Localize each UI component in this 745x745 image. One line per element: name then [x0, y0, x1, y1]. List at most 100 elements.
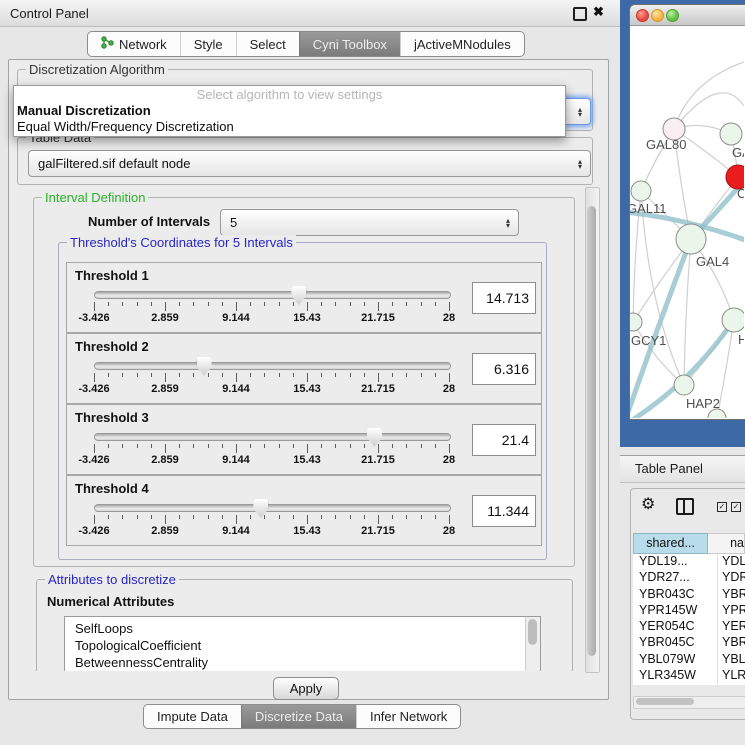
network-node[interactable]	[674, 375, 694, 395]
table-data-combobox[interactable]: galFiltered.sif default node ▴▾	[28, 150, 591, 177]
settings-scrollbar[interactable]	[585, 187, 600, 673]
dropdown-hint[interactable]: Select algorithm to view settings	[14, 86, 565, 103]
tick	[378, 373, 379, 382]
minimize-traffic-light-icon[interactable]	[651, 9, 664, 22]
table-row[interactable]: YLR345WYLR3	[633, 668, 745, 684]
threshold-box: Threshold 1-3.4262.8599.14415.4321.71528…	[66, 262, 542, 333]
tab-jactivemnodules[interactable]: jActiveMNodules	[400, 32, 524, 56]
table-cell-name[interactable]: YDR2	[718, 570, 745, 586]
zoom-traffic-light-icon[interactable]	[666, 9, 679, 22]
network-node[interactable]	[720, 123, 742, 145]
float-window-icon[interactable]	[573, 7, 587, 21]
table-cell-name[interactable]: YIL0	[718, 684, 745, 685]
table-row[interactable]: YIL052CYIL0	[633, 684, 745, 685]
table-cell-shared-name[interactable]: YDR27...	[633, 570, 718, 586]
tick	[264, 515, 265, 519]
table-cell-name[interactable]: YBR0	[718, 587, 745, 603]
table-row[interactable]: YBR045CYBR0	[633, 635, 745, 651]
scrollbar-thumb[interactable]	[528, 619, 537, 645]
table-cell-shared-name[interactable]: YDL19...	[633, 554, 718, 570]
tick	[279, 515, 280, 519]
tick	[293, 444, 294, 448]
attribute-item[interactable]: BetweennessCentrality	[65, 654, 540, 671]
network-window-titlebar	[630, 5, 745, 26]
dropdown-option-equal-width-frequency-discretization[interactable]: Equal Width/Frequency Discretization	[14, 119, 565, 135]
attributes-list[interactable]: SelfLoopsTopologicalCoefficientBetweenne…	[64, 616, 541, 671]
table-cell-shared-name[interactable]: YBL079W	[633, 652, 718, 668]
table-hscrollbar[interactable]	[633, 696, 745, 709]
tick	[307, 302, 308, 311]
num-intervals-label: Number of Intervals	[88, 214, 210, 229]
threshold-slider-track[interactable]	[94, 433, 451, 441]
tab-label: Discretize Data	[255, 709, 343, 724]
table-cell-shared-name[interactable]: YBR043C	[633, 587, 718, 603]
table-cell-name[interactable]: YBR0	[718, 635, 745, 651]
dropdown-option-manual-discretization[interactable]: Manual Discretization	[14, 103, 565, 119]
gear-icon[interactable]: ⚙	[641, 497, 655, 513]
scrollbar-thumb[interactable]	[587, 206, 596, 656]
table-row[interactable]: YPR145WYPR1	[633, 603, 745, 619]
attributes-list-scrollbar[interactable]	[525, 617, 540, 671]
table-row[interactable]: YBR043CYBR0	[633, 587, 745, 603]
tab-network[interactable]: Network	[88, 32, 180, 56]
apply-button[interactable]: Apply	[273, 677, 339, 700]
tab-discretize-data[interactable]: Discretize Data	[241, 705, 356, 728]
threshold-value-field[interactable]: 21.4	[472, 424, 536, 456]
close-traffic-light-icon[interactable]	[636, 9, 649, 22]
threshold-value-field[interactable]: 6.316	[472, 353, 536, 385]
control-panel-titlebar: Control Panel ✖	[0, 0, 620, 27]
tick	[222, 302, 223, 306]
threshold-slider-track[interactable]	[94, 362, 451, 370]
attribute-item[interactable]: SelfLoops	[65, 620, 540, 637]
tick-label: 15.43	[293, 525, 321, 537]
threshold-value-field[interactable]: 14.713	[472, 282, 536, 314]
top-tab-bar: NetworkStyleSelect Cyni Toolbox jActiveMNo…	[87, 31, 525, 57]
table-row[interactable]: YER054CYER0	[633, 619, 745, 635]
threshold-slider-track[interactable]	[94, 291, 451, 299]
table-cell-name[interactable]: YDL1	[718, 554, 745, 570]
tab-cyni-toolbox[interactable]: Cyni Toolbox	[299, 32, 400, 56]
table-cell-name[interactable]: YBL0	[718, 652, 745, 668]
threshold-slider-track[interactable]	[94, 504, 451, 512]
network-node[interactable]	[631, 181, 651, 201]
close-icon[interactable]: ✖	[593, 4, 604, 20]
num-intervals-combobox[interactable]: 5 ▴▾	[220, 209, 519, 236]
column-header-shared-name[interactable]: shared...	[633, 533, 708, 554]
table-cell-shared-name[interactable]: YBR045C	[633, 635, 718, 651]
table-row[interactable]: YDR27...YDR2	[633, 570, 745, 586]
tick	[335, 373, 336, 377]
checkbox-icon[interactable]: ✓	[717, 502, 727, 512]
table-row[interactable]: YDL19...YDL1	[633, 554, 745, 570]
network-window: GAL80GACGAL11GAL4GCY1HHAP2	[629, 4, 745, 420]
tab-impute-data[interactable]: Impute Data	[144, 705, 241, 728]
network-node[interactable]	[722, 308, 744, 332]
table-cell-name[interactable]: YLR3	[718, 668, 745, 684]
column-header-name[interactable]: na	[708, 533, 745, 554]
checkbox-icon[interactable]: ✓	[731, 502, 741, 512]
tab-label: Cyni Toolbox	[313, 37, 387, 52]
table-cell-shared-name[interactable]: YER054C	[633, 619, 718, 635]
threshold-value-field[interactable]: 11.344	[472, 495, 536, 527]
network-canvas[interactable]: GAL80GACGAL11GAL4GCY1HHAP2	[630, 26, 744, 418]
tick	[250, 302, 251, 306]
table-cell-name[interactable]: YER0	[718, 619, 745, 635]
table-cell-name[interactable]: YPR1	[718, 603, 745, 619]
tick	[165, 373, 166, 382]
network-node[interactable]	[676, 224, 706, 254]
table-row[interactable]: YBL079WYBL0	[633, 652, 745, 668]
table-cell-shared-name[interactable]: YLR345W	[633, 668, 718, 684]
attribute-item[interactable]: TopologicalCoefficient	[65, 637, 540, 654]
tab-style[interactable]: Style	[180, 32, 236, 56]
scrollbar-thumb[interactable]	[636, 698, 694, 705]
split-view-icon[interactable]	[676, 498, 694, 515]
group-title-thresholds: Threshold's Coordinates for 5 Intervals	[67, 235, 296, 250]
tab-infer-network[interactable]: Infer Network	[356, 705, 460, 728]
tab-select[interactable]: Select	[236, 32, 299, 56]
table-cell-shared-name[interactable]: YPR145W	[633, 603, 718, 619]
network-node[interactable]	[630, 313, 642, 331]
tick	[321, 444, 322, 448]
tick	[137, 515, 138, 519]
tick	[264, 373, 265, 377]
table-cell-shared-name[interactable]: YIL052C	[633, 684, 718, 685]
tick	[122, 373, 123, 377]
